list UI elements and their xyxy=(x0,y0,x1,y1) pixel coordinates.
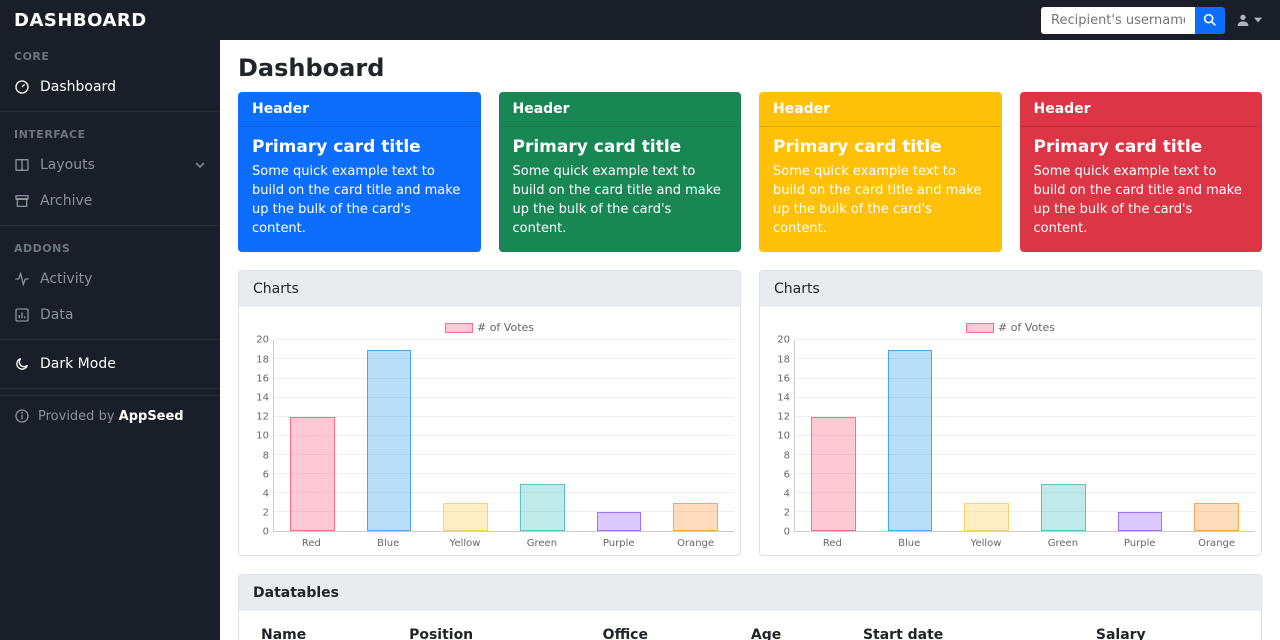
card-title: Primary card title xyxy=(1034,137,1249,157)
chart-panel-left: Charts # of Votes02468101214161820RedBlu… xyxy=(238,270,741,556)
panel-header: Charts xyxy=(239,271,740,307)
brand-title: DASHBOARD xyxy=(14,10,147,31)
sidebar-item-label: Archive xyxy=(40,193,206,209)
card-text: Some quick example text to build on the … xyxy=(773,163,988,238)
sidebar-item-layouts[interactable]: Layouts xyxy=(0,147,220,183)
chart-bar xyxy=(290,417,334,532)
sidebar-item-label: Activity xyxy=(40,271,206,287)
columns-icon xyxy=(14,157,30,173)
chart-bar xyxy=(1194,503,1238,532)
table-column-header[interactable]: Start date xyxy=(855,617,1088,640)
chart-x-label: Red xyxy=(273,532,350,549)
sidebar-item-dark-mode[interactable]: Dark Mode xyxy=(0,346,220,382)
footer-prefix: Provided by xyxy=(38,409,119,424)
gauge-icon xyxy=(14,79,30,95)
chart-legend: # of Votes xyxy=(766,319,1255,340)
sidebar-heading-core: CORE xyxy=(0,40,220,69)
chart-x-label: Purple xyxy=(1101,532,1178,549)
sidebar-item-data[interactable]: Data xyxy=(0,297,220,333)
sidebar-footer: Provided by AppSeed xyxy=(0,395,220,436)
chart-bar xyxy=(597,512,641,531)
panel-header: Charts xyxy=(760,271,1261,307)
card-text: Some quick example text to build on the … xyxy=(1034,163,1249,238)
stat-card-danger: Header Primary card title Some quick exa… xyxy=(1020,92,1263,252)
chart-x-label: Purple xyxy=(580,532,657,549)
main-content: Dashboard Header Primary card title Some… xyxy=(220,40,1280,640)
chart-x-label: Yellow xyxy=(427,532,504,549)
sidebar-item-label: Layouts xyxy=(40,157,184,173)
card-title: Primary card title xyxy=(513,137,728,157)
user-menu-button[interactable] xyxy=(1231,12,1266,28)
chart-bar xyxy=(964,503,1008,532)
moon-icon xyxy=(14,356,30,372)
chart-legend: # of Votes xyxy=(245,319,734,340)
chart-x-label: Orange xyxy=(1178,532,1255,549)
activity-icon xyxy=(14,271,30,287)
card-header: Header xyxy=(759,92,1002,127)
card-header: Header xyxy=(499,92,742,127)
search-form xyxy=(1041,7,1225,34)
table-column-header[interactable]: Position xyxy=(401,617,595,640)
card-title: Primary card title xyxy=(773,137,988,157)
votes-bar-chart: # of Votes02468101214161820RedBlueYellow… xyxy=(766,319,1255,549)
page-title: Dashboard xyxy=(220,40,1280,92)
search-icon xyxy=(1202,12,1218,28)
sidebar-item-label: Dark Mode xyxy=(40,356,206,372)
chart-icon xyxy=(14,307,30,323)
search-input[interactable] xyxy=(1041,7,1195,34)
table-column-header[interactable]: Age xyxy=(743,617,855,640)
chart-bar xyxy=(443,503,487,532)
footer-brand-link[interactable]: AppSeed xyxy=(119,409,184,424)
user-icon xyxy=(1235,12,1251,28)
info-icon xyxy=(14,408,30,424)
chart-bar xyxy=(673,503,717,532)
chart-bar xyxy=(367,350,411,531)
stat-card-warning: Header Primary card title Some quick exa… xyxy=(759,92,1002,252)
sidebar: CORE Dashboard INTERFACE Layouts Archive… xyxy=(0,40,220,640)
votes-bar-chart: # of Votes02468101214161820RedBlueYellow… xyxy=(245,319,734,549)
data-table: Name Position Office Age Start date Sala… xyxy=(253,617,1247,640)
stat-card-primary: Header Primary card title Some quick exa… xyxy=(238,92,481,252)
sidebar-item-label: Dashboard xyxy=(40,79,206,95)
sidebar-item-activity[interactable]: Activity xyxy=(0,261,220,297)
chart-x-label: Green xyxy=(503,532,580,549)
chart-bar xyxy=(520,484,564,532)
datatable-panel: Datatables Name Position Office Age Star… xyxy=(238,574,1262,640)
card-text: Some quick example text to build on the … xyxy=(252,163,467,238)
chart-x-label: Red xyxy=(794,532,871,549)
card-title: Primary card title xyxy=(252,137,467,157)
chevron-down-icon xyxy=(194,159,206,171)
chart-bar xyxy=(1041,484,1085,532)
search-button[interactable] xyxy=(1195,7,1225,34)
chart-bar xyxy=(811,417,855,532)
chart-bar xyxy=(1118,512,1162,531)
chart-x-label: Green xyxy=(1024,532,1101,549)
table-header-row: Name Position Office Age Start date Sala… xyxy=(253,617,1247,640)
card-header: Header xyxy=(238,92,481,127)
card-header: Header xyxy=(1020,92,1263,127)
sidebar-item-dashboard[interactable]: Dashboard xyxy=(0,69,220,105)
table-column-header[interactable]: Name xyxy=(253,617,401,640)
caret-down-icon xyxy=(1254,16,1262,24)
table-column-header[interactable]: Office xyxy=(595,617,743,640)
chart-x-label: Blue xyxy=(350,532,427,549)
chart-panel-right: Charts # of Votes02468101214161820RedBlu… xyxy=(759,270,1262,556)
sidebar-heading-addons: ADDONS xyxy=(0,232,220,261)
chart-x-label: Yellow xyxy=(948,532,1025,549)
table-column-header[interactable]: Salary xyxy=(1088,617,1247,640)
sidebar-heading-interface: INTERFACE xyxy=(0,118,220,147)
sidebar-item-label: Data xyxy=(40,307,206,323)
card-text: Some quick example text to build on the … xyxy=(513,163,728,238)
panel-header: Datatables xyxy=(239,575,1261,611)
sidebar-item-archive[interactable]: Archive xyxy=(0,183,220,219)
chart-x-label: Orange xyxy=(657,532,734,549)
chart-bar xyxy=(888,350,932,531)
chart-x-label: Blue xyxy=(871,532,948,549)
stat-card-success: Header Primary card title Some quick exa… xyxy=(499,92,742,252)
archive-icon xyxy=(14,193,30,209)
